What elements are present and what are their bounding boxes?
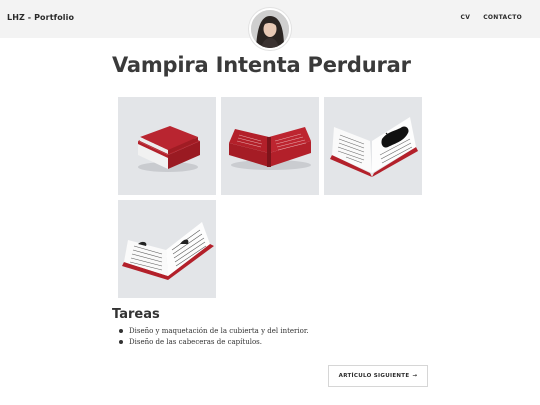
gallery-image-2[interactable] — [221, 97, 319, 195]
closed-book-stack-image — [118, 97, 216, 195]
nav-cv-link[interactable]: CV — [461, 14, 471, 21]
tasks-heading: Tareas — [112, 307, 160, 322]
open-book-cover-image — [221, 97, 319, 195]
avatar-portrait-image — [251, 10, 289, 48]
next-article-button[interactable]: ARTÍCULO SIGUIENTE → — [328, 365, 428, 387]
list-item: Diseño de las cabeceras de capítulos. — [119, 337, 439, 348]
gallery-image-4[interactable] — [118, 200, 216, 298]
image-gallery — [118, 97, 423, 298]
task-text: Diseño y maquetación de la cubierta y de… — [129, 327, 309, 335]
open-book-interior-image — [118, 200, 216, 298]
brand-link[interactable]: LHZ - Portfolio — [7, 13, 74, 22]
avatar[interactable] — [249, 8, 291, 50]
bullet-icon — [119, 340, 123, 344]
gallery-image-1[interactable] — [118, 97, 216, 195]
next-article-label: ARTÍCULO SIGUIENTE — [338, 373, 410, 379]
site-header: LHZ - Portfolio CV CONTACTO — [0, 0, 540, 50]
task-text: Diseño de las cabeceras de capítulos. — [129, 338, 262, 346]
bullet-icon — [119, 329, 123, 333]
main-nav: CV CONTACTO — [461, 14, 522, 21]
list-item: Diseño y maquetación de la cubierta y de… — [119, 326, 439, 337]
open-book-spread-image — [324, 97, 422, 195]
page-title: Vampira Intenta Perdurar — [112, 53, 411, 77]
arrow-right-icon: → — [412, 373, 418, 379]
tasks-list: Diseño y maquetación de la cubierta y de… — [119, 326, 439, 348]
nav-contacto-link[interactable]: CONTACTO — [483, 14, 522, 21]
gallery-image-3[interactable] — [324, 97, 422, 195]
